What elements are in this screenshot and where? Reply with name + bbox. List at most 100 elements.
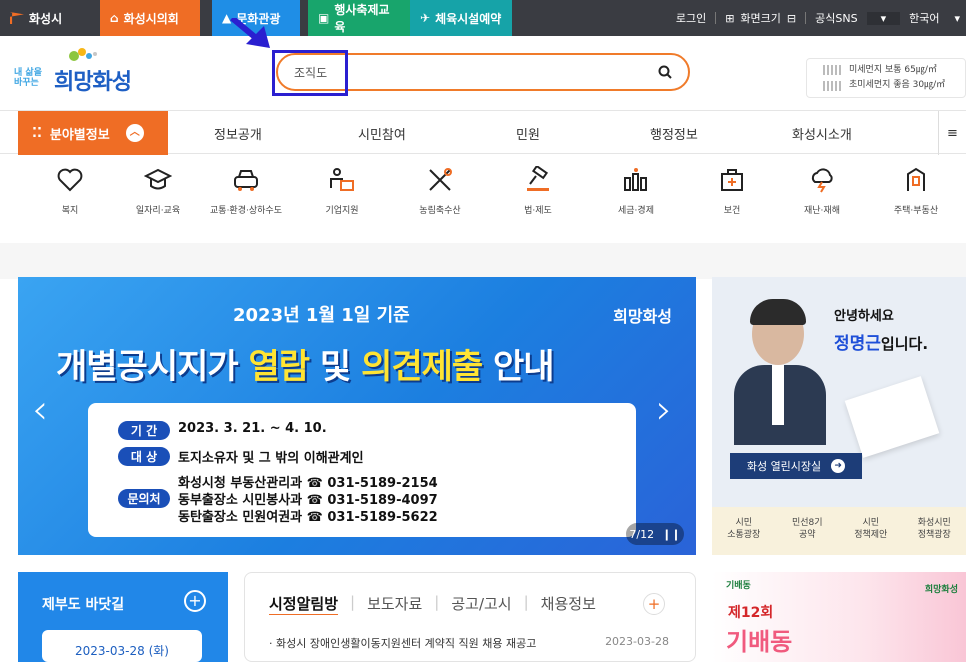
tab-council[interactable]: ⌂ 화성시의회 (100, 0, 200, 36)
category-tax[interactable]: 세금·경제 (596, 166, 676, 217)
language-select[interactable]: 한국어 (900, 10, 948, 26)
dust-line1: 미세먼지 보통 65㎍/㎥ (849, 63, 965, 78)
category-disaster[interactable]: 재난·재해 (782, 166, 862, 217)
news-item[interactable]: · 화성시 장애인생활이동지원센터 계약직 직원 채용 재공고 (269, 635, 536, 651)
promo-title: 기배동 (726, 622, 792, 657)
period-pill: 기 간 (118, 421, 170, 440)
category-label: 재난·재해 (804, 206, 840, 216)
language-dropdown-icon[interactable]: ▾ (948, 12, 966, 25)
gavel-icon (524, 166, 552, 194)
highlight-box (272, 50, 348, 96)
more-icon[interactable]: + (184, 590, 206, 612)
link-policy-proposal[interactable]: 시민 정책제안 (839, 507, 903, 555)
target-text: 토지소유자 및 그 밖의 이해관계인 (178, 447, 364, 466)
document-paper (845, 376, 940, 458)
period-text: 2023. 3. 21. ~ 4. 10. (178, 421, 327, 436)
tab-recruit[interactable]: 채용정보 (541, 593, 596, 614)
nav-info-disclosure[interactable]: 정보공개 (214, 111, 262, 155)
info-row-target: 대 상 토지소유자 및 그 밖의 이해관계인 (118, 447, 364, 466)
mayor-suffix: 입니다. (881, 335, 928, 353)
banner-info-box: 기 간 2023. 3. 21. ~ 4. 10. 대 상 토지소유자 및 그 … (88, 403, 636, 537)
tab-press[interactable]: 보도자료 (367, 593, 422, 614)
tide-date: 2023-03-28 (화) (42, 630, 202, 662)
next-slide-icon[interactable]: › (656, 387, 672, 433)
tools-icon (426, 166, 454, 194)
tab-announcement[interactable]: 공고/고시 (451, 593, 511, 614)
category-law[interactable]: 법·제도 (498, 166, 578, 217)
zoom-out-icon[interactable]: ⊟ (785, 12, 805, 25)
tab-notice[interactable]: 시정알림방 (269, 593, 338, 614)
menu-icon[interactable]: ≡ (938, 111, 966, 155)
mayor-panel[interactable]: 안녕하세요 정명근입니다. 화성 열린시장실 ➜ (712, 277, 966, 507)
fine-dust-icon (823, 81, 841, 91)
title-highlight: 열람 (249, 347, 310, 387)
search-icon[interactable] (658, 65, 672, 79)
zoom-label: 화면크기 (736, 10, 784, 26)
title-part: 개별공시지가 (56, 347, 249, 387)
category-health[interactable]: 보건 (692, 166, 772, 217)
category-agriculture[interactable]: 농림축수산 (400, 166, 480, 217)
more-icon[interactable]: + (643, 593, 665, 615)
category-traffic[interactable]: 교통·환경·상하수도 (206, 166, 286, 217)
site-logo[interactable]: 내 삶을 바꾸는 희망화성 (14, 50, 164, 96)
tab-events[interactable]: ▣ 행사축제교육 (308, 0, 410, 36)
nav-about[interactable]: 화성시소개 (792, 111, 852, 155)
arrow-pointer-icon (230, 18, 272, 48)
open-mayor-office-button[interactable]: 화성 열린시장실 ➜ (730, 453, 862, 479)
car-icon (232, 166, 260, 194)
promo-banner[interactable]: 기배동 제12회 기배동 희망화성 (712, 572, 966, 662)
tab-separator: | (524, 593, 529, 614)
title-part: 안내 (482, 347, 553, 387)
chevron-up-icon[interactable]: ︿ (126, 124, 144, 142)
section-divider (0, 243, 966, 279)
link-citizen-square[interactable]: 시민 소통광장 (712, 507, 776, 555)
category-label: 법·제도 (524, 206, 552, 216)
slide-counter: 7/12 (629, 528, 654, 541)
sns-dropdown-icon[interactable]: ▾ (867, 12, 901, 25)
banner-logo: 희망화성 (613, 303, 672, 327)
logo-flower-icon (64, 46, 104, 66)
dust-line2: 초미세먼지 좋음 30㎍/㎥ (849, 78, 965, 93)
mayor-greeting: 안녕하세요 (834, 305, 894, 324)
air-quality-widget: 미세먼지 보통 65㎍/㎥ 초미세먼지 좋음 30㎍/㎥ (806, 58, 966, 98)
graduation-cap-icon (144, 166, 172, 194)
banner-title: 개별공시지가 열람 및 의견제출 안내 (56, 339, 554, 388)
pause-icon[interactable]: ❙❙ (662, 528, 680, 541)
login-link[interactable]: 로그인 (667, 10, 715, 26)
nav-civil[interactable]: 민원 (516, 111, 540, 155)
link-pledges[interactable]: 민선8기 공약 (776, 507, 840, 555)
category-label: 일자리·교육 (136, 206, 180, 216)
zoom-in-icon[interactable]: ⊞ (716, 12, 736, 25)
arrow-right-icon: ➜ (831, 459, 845, 473)
news-date: 2023-03-28 (605, 635, 669, 648)
prev-slide-icon[interactable]: ‹ (32, 387, 48, 433)
header: 내 삶을 바꾸는 희망화성 미세먼지 보통 65㎍/㎥ 초미세먼지 좋음 30㎍… (0, 36, 966, 108)
tab-label: 행사축제교육 (334, 1, 400, 35)
sns-link[interactable]: 공식SNS (806, 10, 866, 26)
tab-label: 체육시설예약 (435, 10, 501, 27)
contact-pill: 문의처 (118, 489, 170, 508)
category-welfare[interactable]: 복지 (30, 166, 110, 217)
tab-label: 화성시 (29, 10, 62, 27)
category-label: 농림축수산 (419, 206, 460, 216)
logo-small-text: 내 삶을 바꾸는 (14, 68, 50, 88)
jebudo-tide-panel: 제부도 바닷길 + 2023-03-28 (화) (18, 572, 228, 662)
field-info-menu[interactable]: ⁚⁚ 분야별정보 ︿ (18, 111, 168, 155)
top-bar: 화성시 ⌂ 화성시의회 ▲ 문화관광 ▣ 행사축제교육 ✈ 체육시설예약 로그인… (0, 0, 966, 36)
utility-links: 로그인 ⊞ 화면크기 ⊟ 공식SNS ▾ 한국어 ▾ (667, 0, 966, 36)
link-policy-square[interactable]: 화성시민 정책광장 (903, 507, 966, 555)
tab-sports[interactable]: ✈ 체육시설예약 (410, 0, 512, 36)
category-label: 교통·환경·상하수도 (210, 206, 282, 216)
category-label: 기업지원 (325, 206, 358, 216)
category-label: 세금·경제 (618, 206, 654, 216)
contact-text: 화성시청 부동산관리과 ☎ 031-5189-2154 동부출장소 시민봉사과 … (178, 475, 438, 526)
category-jobs[interactable]: 일자리·교육 (118, 166, 198, 217)
category-housing[interactable]: 주택·부동산 (876, 166, 956, 217)
tab-hwaseong[interactable]: 화성시 (0, 0, 82, 36)
category-business[interactable]: 기업지원 (302, 166, 382, 217)
nav-admin[interactable]: 행정정보 (650, 111, 698, 155)
nav-participation[interactable]: 시민참여 (358, 111, 406, 155)
main-banner[interactable]: 2023년 1월 1일 기준 희망화성 개별공시지가 열람 및 의견제출 안내 … (18, 277, 696, 555)
jebudo-title: 제부도 바닷길 (42, 594, 124, 614)
mayor-name-line: 정명근입니다. (834, 329, 928, 354)
